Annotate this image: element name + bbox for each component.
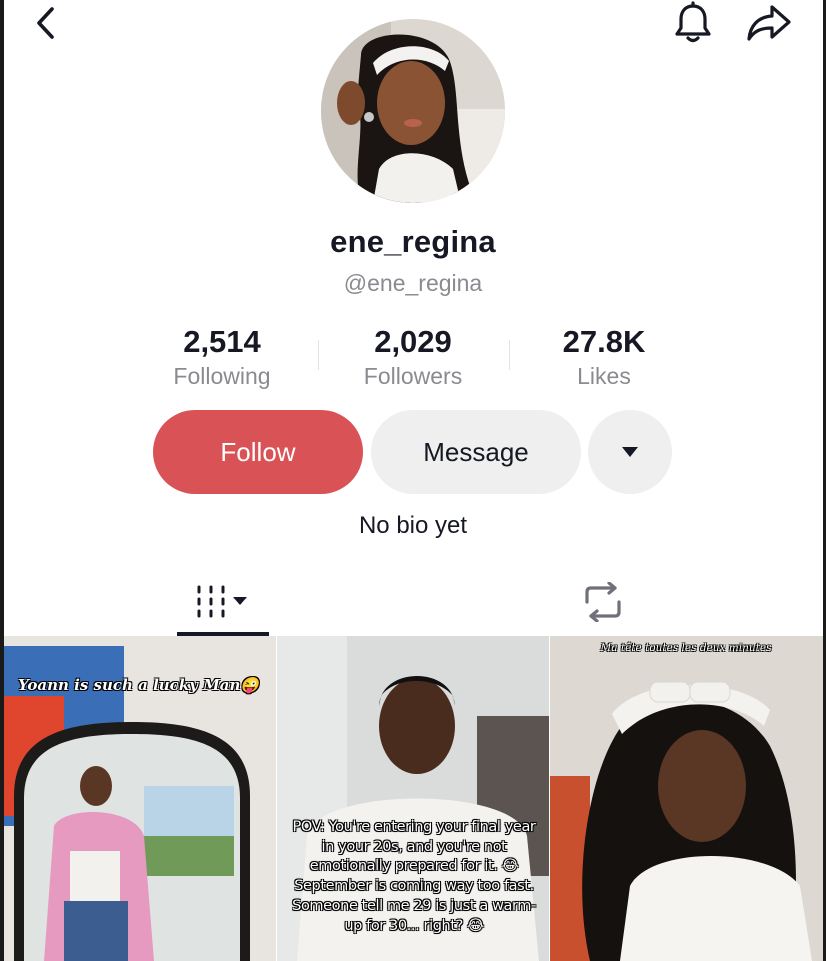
stat-following-label: Following <box>173 363 271 389</box>
profile-username: ene_regina <box>330 224 496 259</box>
stat-likes-label: Likes <box>577 363 631 389</box>
caret-down-icon <box>622 447 638 457</box>
back-button[interactable] <box>28 4 64 42</box>
profile-avatar[interactable] <box>321 19 505 203</box>
stat-following-count: 2,514 <box>183 324 261 359</box>
video-thumbnail-2[interactable]: POV: You're entering your final year in … <box>277 636 549 961</box>
stat-following[interactable]: 2,514 Following <box>137 322 307 390</box>
stat-likes[interactable]: 27.8K Likes <box>519 322 689 390</box>
video-thumbnail-3[interactable]: Ma tête toutes les deux minutes <box>550 636 823 961</box>
tab-videos[interactable] <box>177 568 269 636</box>
notifications-button[interactable] <box>668 0 718 46</box>
profile-handle: @ene_regina <box>343 270 483 296</box>
video-caption: POV: You're entering your final year in … <box>292 819 536 934</box>
stat-followers[interactable]: 2,029 Followers <box>328 322 498 390</box>
chevron-left-icon <box>37 7 54 39</box>
message-button[interactable]: Message <box>371 410 581 494</box>
stat-followers-count: 2,029 <box>374 324 452 359</box>
stat-followers-label: Followers <box>363 363 463 389</box>
follow-button[interactable]: Follow <box>153 410 363 494</box>
repost-icon <box>585 582 621 622</box>
bell-icon <box>675 1 711 43</box>
video-grid: Yoann is such a lucky Man😜 POV: You're e… <box>4 636 823 961</box>
more-options-button[interactable] <box>588 410 672 494</box>
share-arrow-icon <box>747 5 791 41</box>
video-caption: Yoann is such a lucky Man😜 <box>18 676 260 694</box>
grid-bars-icon <box>197 585 247 618</box>
stat-divider <box>318 340 319 370</box>
profile-bio: No bio yet <box>358 512 468 539</box>
stat-divider <box>509 340 510 370</box>
stat-likes-count: 27.8K <box>562 324 646 359</box>
video-caption: Ma tête toutes les deux minutes <box>600 642 772 654</box>
share-button[interactable] <box>742 0 796 46</box>
video-thumbnail-1[interactable]: Yoann is such a lucky Man😜 <box>4 636 276 961</box>
tab-reposts[interactable] <box>558 568 648 636</box>
